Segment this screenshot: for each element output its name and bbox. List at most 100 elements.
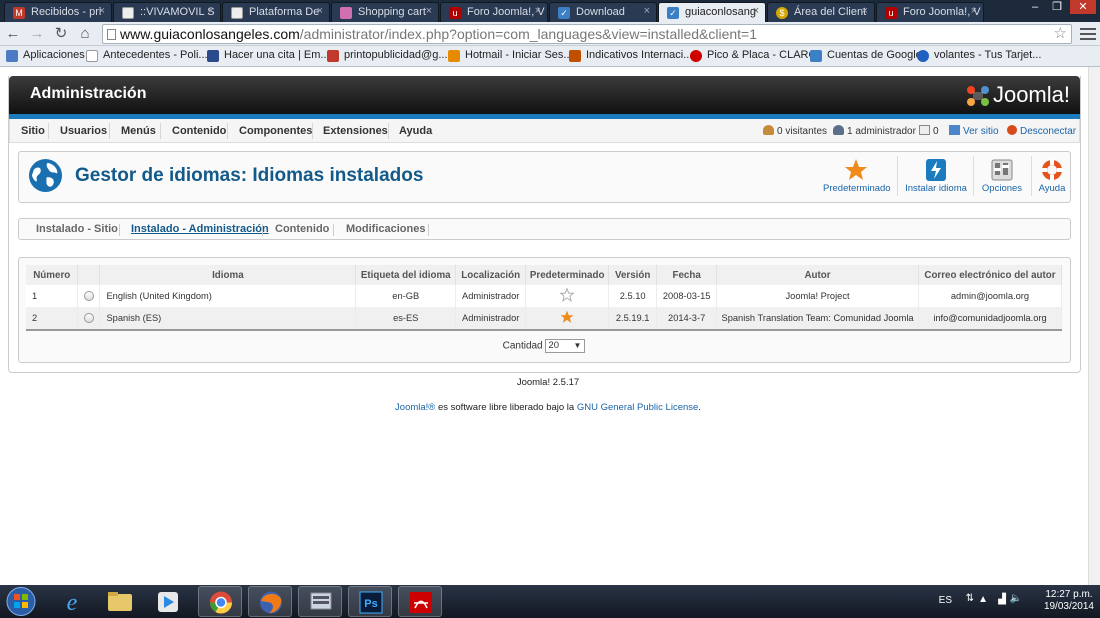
col-number[interactable]: Número bbox=[26, 265, 79, 285]
menu-contenido[interactable]: Contenido bbox=[172, 125, 226, 137]
explorer-icon[interactable] bbox=[98, 586, 142, 617]
col-version[interactable]: Versión bbox=[608, 265, 658, 285]
tab-foro-joomla[interactable]: u Foro Joomla!, V × bbox=[440, 2, 548, 22]
chrome-menu-icon[interactable] bbox=[1080, 25, 1096, 41]
bookmark-volantes[interactable]: volantes - Tus Tarjet... bbox=[917, 49, 1041, 62]
menu-ayuda[interactable]: Ayuda bbox=[399, 125, 432, 137]
ie-icon[interactable]: e bbox=[50, 586, 94, 617]
radio-button[interactable] bbox=[83, 313, 94, 324]
close-icon[interactable]: × bbox=[426, 5, 432, 17]
close-icon[interactable]: × bbox=[753, 5, 759, 17]
dropdown-arrow-icon: ▼ bbox=[573, 341, 582, 350]
bookmark-label: printopublicidad@g... bbox=[344, 49, 448, 61]
tab-vivamovil[interactable]: ::VIVAMOVIL S × bbox=[113, 2, 221, 22]
tab-area-cliente[interactable]: $ Área del Client × bbox=[767, 2, 875, 22]
acrobat-icon[interactable] bbox=[398, 586, 442, 617]
view-site-link[interactable]: Ver sitio bbox=[949, 125, 999, 137]
close-icon[interactable]: × bbox=[99, 5, 105, 17]
close-icon[interactable]: × bbox=[862, 5, 868, 17]
help-button[interactable]: Ayuda bbox=[1033, 156, 1071, 200]
col-location[interactable]: Localización bbox=[455, 265, 527, 285]
tray-arrow-icon[interactable]: ▲ bbox=[978, 594, 988, 605]
language-date: 2008-03-15 bbox=[656, 285, 718, 307]
col-language[interactable]: Idioma bbox=[99, 265, 357, 285]
tab-guiaconlosangeles[interactable]: ✓ guiaconlosang × bbox=[658, 2, 766, 22]
forward-icon[interactable]: → bbox=[28, 25, 46, 43]
gpl-link[interactable]: GNU General Public License bbox=[577, 402, 698, 413]
install-language-button[interactable]: Instalar idioma bbox=[903, 156, 969, 200]
quantity-select[interactable]: 20 ▼ bbox=[545, 339, 586, 353]
clock[interactable]: 12:27 p.m. 19/03/2014 bbox=[1044, 589, 1094, 613]
volume-icon[interactable]: 🔈 bbox=[1010, 593, 1022, 604]
radio-button[interactable] bbox=[83, 291, 94, 302]
page-scrollbar[interactable] bbox=[1088, 67, 1100, 585]
bookmark-star-icon[interactable]: ☆ bbox=[1054, 25, 1067, 43]
network-app-icon[interactable] bbox=[298, 586, 342, 617]
network-icon[interactable]: ⇅ bbox=[966, 593, 974, 604]
bookmark-aplicaciones[interactable]: Aplicaciones bbox=[6, 49, 85, 62]
close-icon[interactable]: × bbox=[317, 5, 323, 17]
bookmark-label: Pico & Placa - CLARO bbox=[707, 49, 818, 61]
menu-usuarios[interactable]: Usuarios bbox=[60, 125, 107, 137]
bookmark-indicativos[interactable]: Indicativos Internaci... bbox=[569, 49, 693, 62]
tab-plataforma[interactable]: Plataforma De × bbox=[222, 2, 330, 22]
restore-icon[interactable]: ❐ bbox=[1046, 0, 1068, 14]
tab-download[interactable]: ✓ Download × bbox=[549, 2, 657, 22]
media-player-icon[interactable] bbox=[146, 586, 190, 617]
menu-menus[interactable]: Menús bbox=[121, 125, 156, 137]
star-outline-icon[interactable] bbox=[559, 287, 575, 302]
gmail-icon: M bbox=[13, 7, 25, 19]
row-number: 2 bbox=[26, 307, 79, 329]
close-icon[interactable]: × bbox=[535, 5, 541, 17]
close-icon[interactable]: × bbox=[208, 5, 214, 17]
bookmark-label: Indicativos Internaci... bbox=[586, 49, 693, 61]
reload-icon[interactable]: ↻ bbox=[52, 25, 70, 43]
minimize-icon[interactable]: – bbox=[1024, 0, 1046, 14]
logout-link[interactable]: Desconectar bbox=[1007, 125, 1076, 137]
menu-componentes[interactable]: Componentes bbox=[239, 125, 312, 137]
close-icon[interactable]: × bbox=[644, 5, 650, 17]
messages-status[interactable]: 0 bbox=[919, 125, 939, 137]
tab-installed-admin[interactable]: Instalado - Administración bbox=[131, 223, 269, 235]
bookmark-hotmail[interactable]: Hotmail - Iniciar Ses... bbox=[448, 49, 573, 62]
firefox-icon[interactable] bbox=[248, 586, 292, 617]
bookmark-cuentas-google[interactable]: Cuentas de Google bbox=[810, 49, 922, 62]
menu-sitio[interactable]: Sitio bbox=[21, 125, 45, 137]
col-select bbox=[77, 265, 101, 285]
menu-extensiones[interactable]: Extensiones bbox=[323, 125, 388, 137]
col-author[interactable]: Autor bbox=[716, 265, 919, 285]
photoshop-icon[interactable]: Ps bbox=[348, 586, 392, 617]
close-icon[interactable]: × bbox=[971, 5, 977, 17]
signal-icon[interactable]: ▟ bbox=[998, 594, 1006, 605]
joomla-link[interactable]: Joomla!® bbox=[395, 402, 435, 413]
bookmark-pico-placa[interactable]: Pico & Placa - CLARO bbox=[690, 49, 818, 62]
address-bar[interactable]: www.guiaconlosangeles.com/administrator/… bbox=[102, 24, 1072, 44]
tab-shopping-cart[interactable]: Shopping cart × bbox=[331, 2, 439, 22]
power-icon bbox=[1007, 125, 1017, 135]
chrome-icon[interactable] bbox=[198, 586, 242, 617]
language-version: 2.5.19.1 bbox=[608, 307, 658, 329]
tab-foro-joomla-2[interactable]: u Foro Joomla!, V × bbox=[876, 2, 984, 22]
bookmark-antecedentes[interactable]: Antecedentes - Poli... bbox=[86, 49, 208, 62]
default-button[interactable]: Predeterminado bbox=[823, 156, 891, 200]
tab-gmail[interactable]: M Recibidos - pri × bbox=[4, 2, 112, 22]
options-button[interactable]: Opciones bbox=[977, 156, 1027, 200]
bookmark-printopublicidad[interactable]: printopublicidad@g... bbox=[327, 49, 448, 62]
language-version: 2.5.10 bbox=[608, 285, 658, 307]
users-icon bbox=[763, 125, 774, 135]
col-tag[interactable]: Etiqueta del idioma bbox=[355, 265, 457, 285]
col-author-email[interactable]: Correo electrónico del autor bbox=[918, 265, 1063, 285]
windows-start-icon[interactable] bbox=[4, 585, 38, 618]
back-icon[interactable]: ← bbox=[4, 25, 22, 43]
tab-installed-site[interactable]: Instalado - Sitio bbox=[36, 223, 118, 235]
tab-overrides[interactable]: Modificaciones bbox=[346, 223, 425, 235]
tab-label: Foro Joomla!, V bbox=[467, 6, 545, 18]
home-icon[interactable]: ⌂ bbox=[76, 25, 94, 43]
col-default[interactable]: Predeterminado bbox=[525, 265, 610, 285]
bookmark-hacer-cita[interactable]: Hacer una cita | Em... bbox=[207, 49, 330, 62]
tab-content[interactable]: Contenido bbox=[275, 223, 329, 235]
license-period: . bbox=[698, 402, 701, 413]
window-close-icon[interactable]: ✕ bbox=[1070, 0, 1096, 14]
col-date[interactable]: Fecha bbox=[656, 265, 718, 285]
language-indicator[interactable]: ES bbox=[939, 595, 952, 606]
